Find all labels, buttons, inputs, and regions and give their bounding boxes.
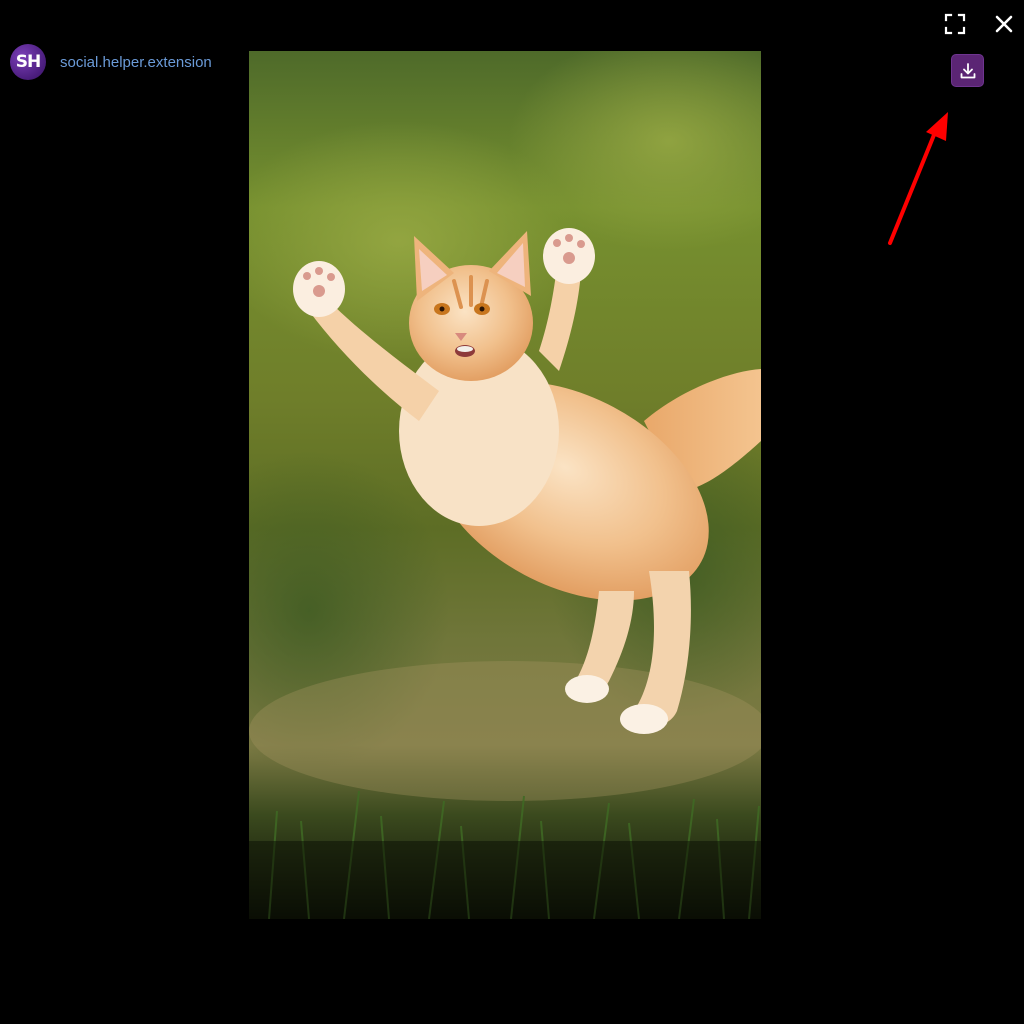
fullscreen-button[interactable] (941, 10, 969, 38)
username-link[interactable]: social.helper.extension (60, 54, 212, 71)
close-button[interactable] (990, 10, 1018, 38)
avatar[interactable]: SH (10, 44, 46, 80)
download-icon (960, 62, 975, 78)
media-viewer: SH social.helper.extension (0, 0, 1024, 1024)
fullscreen-icon (944, 13, 966, 35)
download-button[interactable] (951, 54, 984, 87)
avatar-initials: SH (15, 52, 42, 72)
close-icon (995, 15, 1013, 33)
annotation-arrow (888, 112, 948, 245)
user-header: SH social.helper.extension (10, 44, 212, 80)
cat-photo (249, 51, 761, 919)
media-image (249, 51, 761, 919)
